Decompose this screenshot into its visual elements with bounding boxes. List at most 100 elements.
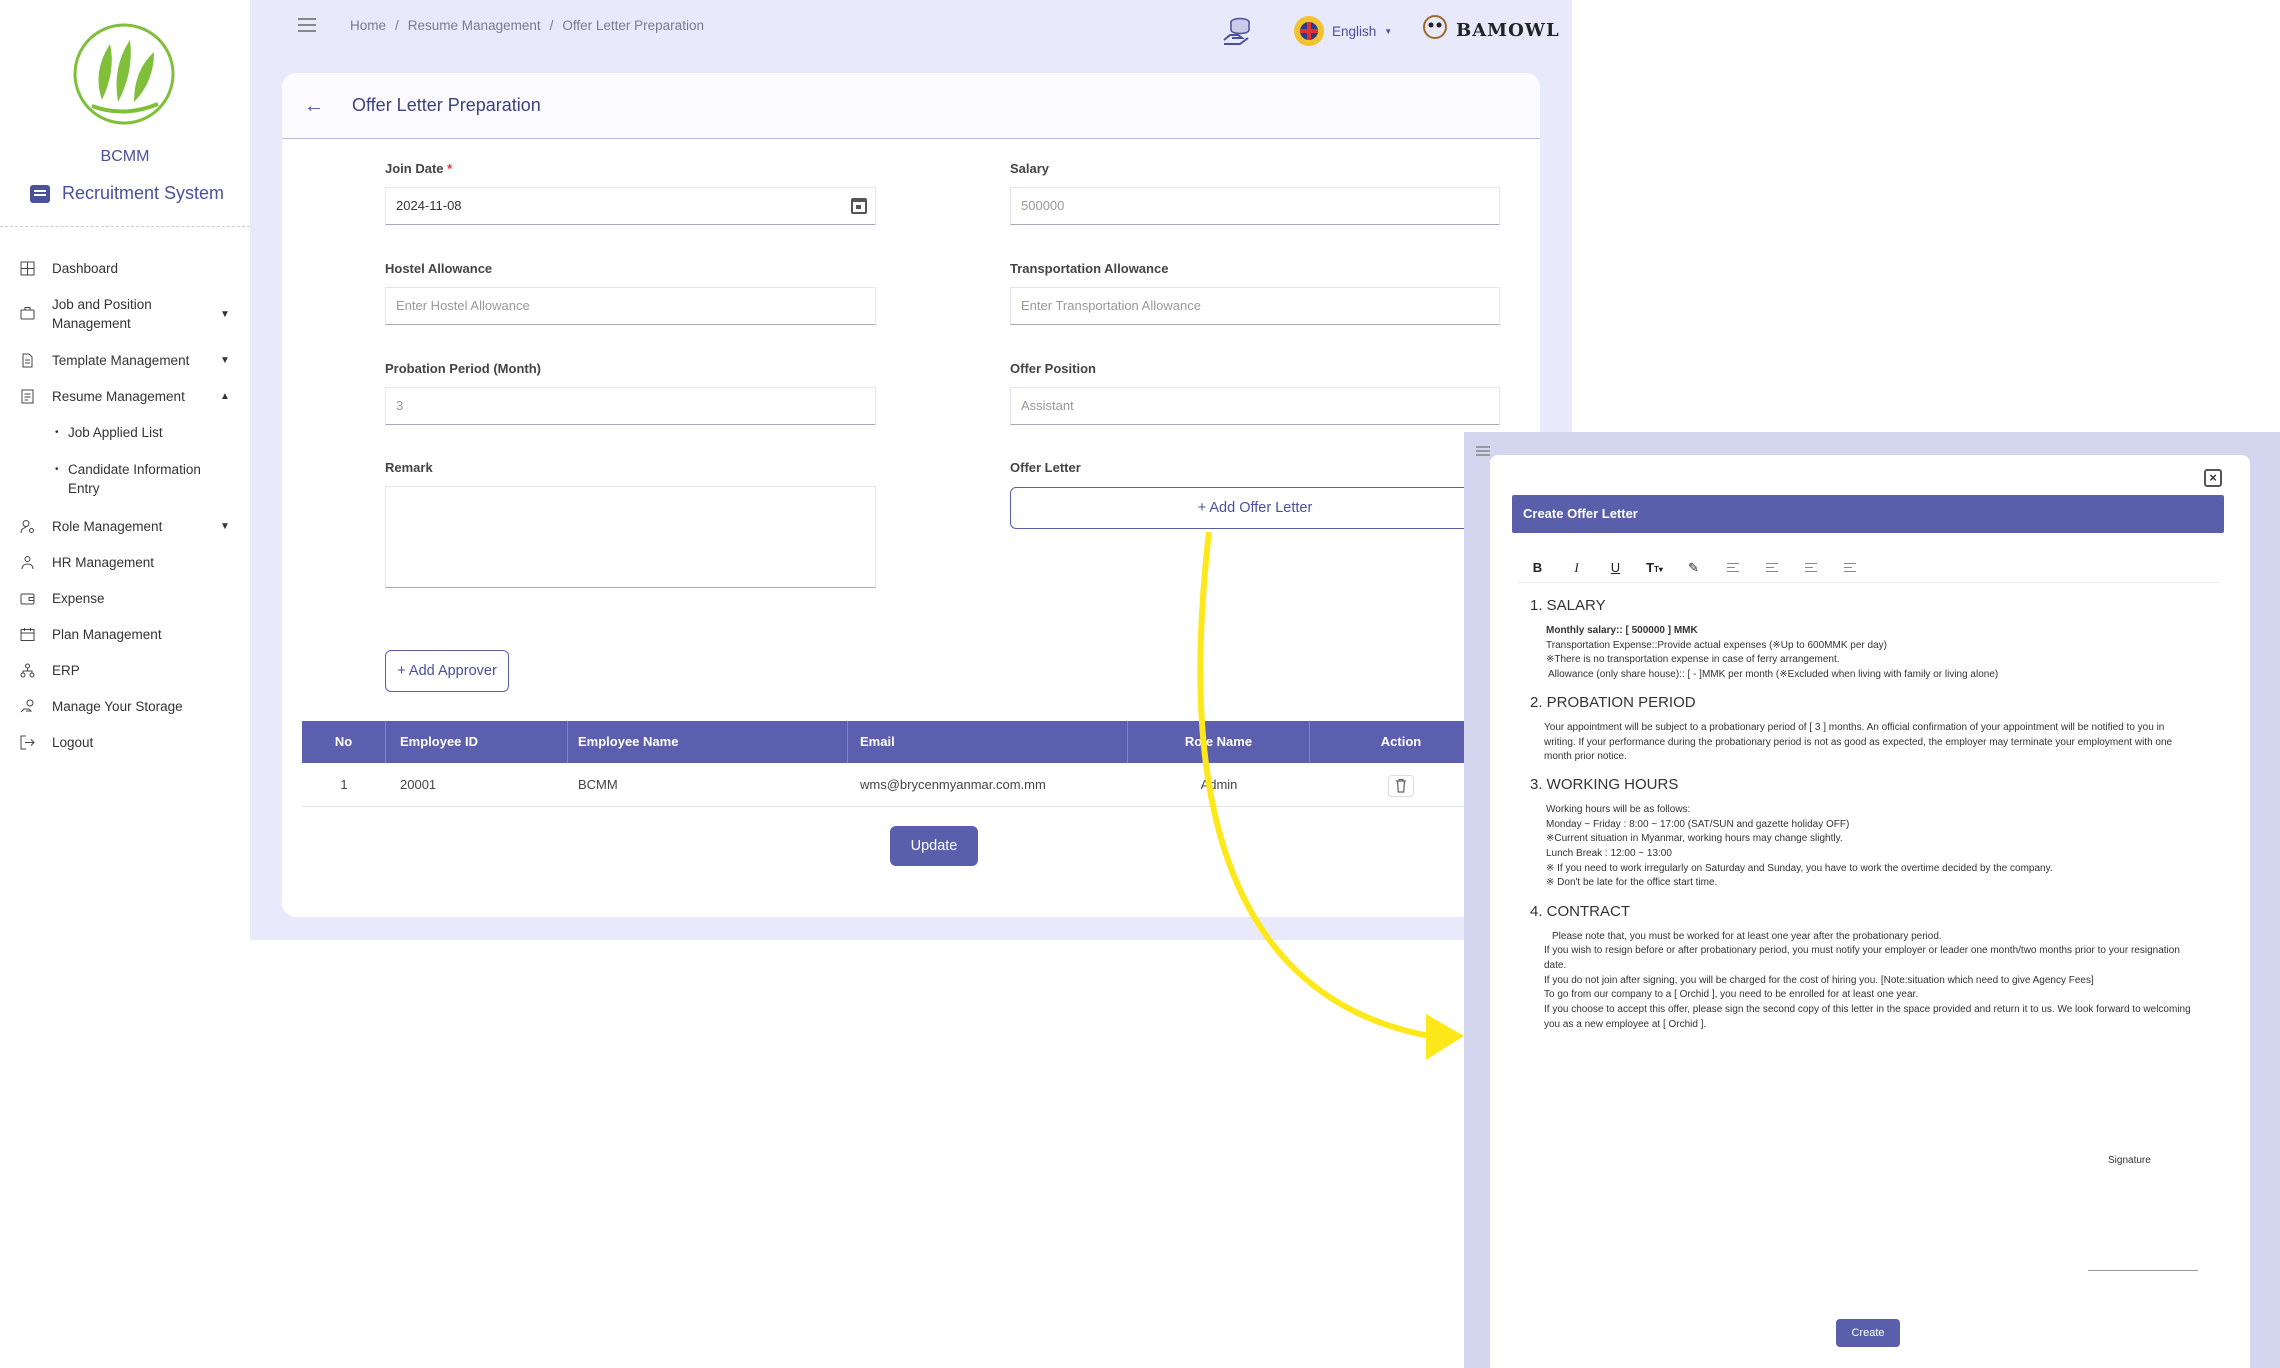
hamburger-menu-icon [1476,446,1490,456]
hamburger-menu-icon[interactable] [298,18,316,32]
system-title-text: Recruitment System [62,183,225,203]
section-heading: 1. SALARY [1530,597,1606,614]
sidebar-item-plan[interactable]: Plan Management [0,624,250,644]
breadcrumb-current: Offer Letter Preparation [562,18,704,33]
section-line: If you choose to accept this offer, plea… [1544,1004,2191,1015]
hostel-allowance-input[interactable]: Enter Hostel Allowance [385,287,876,325]
storage-coins-icon[interactable] [1222,16,1254,46]
section-line: Transportation Expense::Provide actual e… [1546,640,1887,651]
document-icon [22,353,33,367]
italic-icon[interactable]: I [1557,560,1596,576]
salary-label: Salary [1010,161,1050,176]
transportation-allowance-input[interactable]: Enter Transportation Allowance [1010,287,1500,325]
probation-period-input[interactable]: 3 [385,387,876,425]
sidebar-subitem-candidate-entry[interactable]: Candidate Information Entry [55,460,216,498]
sidebar-item-label: ERP [52,662,80,678]
remark-textarea[interactable] [385,486,876,588]
join-date-input[interactable]: 2024-11-08 [385,187,876,225]
bold-icon[interactable]: B [1518,560,1557,575]
language-label: English [1332,23,1377,39]
section-line: Monthly salary:: [ 500000 ] MMK [1546,625,1698,636]
pen-color-icon[interactable]: ✎ [1674,560,1713,576]
caret-down-icon: ▼ [220,520,230,532]
signature-label: Signature [2108,1155,2151,1166]
sidebar-item-dashboard[interactable]: Dashboard [0,258,250,278]
section-line: If you do not join after signing, you wi… [1544,975,2094,986]
section-line: ※ If you need to work irregularly on Sat… [1546,863,2053,874]
sidebar-item-label: Plan Management [52,626,162,642]
sidebar-subitem-job-applied[interactable]: Job Applied List [55,423,163,442]
id-card-icon [30,184,50,203]
column-header-role-name: Role Name [1128,721,1310,763]
probation-period-label: Probation Period (Month) [385,361,541,376]
align-justify-icon[interactable] [1830,560,1869,575]
sidebar-item-logout[interactable]: Logout [0,732,250,752]
people-icon [21,555,34,569]
table-row: 1 20001 BCMM wms@brycenmyanmar.com.mm Ad… [302,763,1492,807]
sidebar-item-label: Template Management [52,352,190,368]
close-icon[interactable]: × [2204,469,2222,487]
section-line: you as a new employee at [ Orchid ]. [1544,1019,1707,1030]
breadcrumb-home[interactable]: Home [350,18,386,33]
column-header-employee-id: Employee ID [386,721,568,763]
sidebar-item-label: HR Management [52,554,155,570]
update-button[interactable]: Update [890,826,978,866]
card-header: ← Offer Letter Preparation [282,73,1540,139]
add-offer-letter-button[interactable]: + Add Offer Letter [1010,487,1500,529]
sidebar-item-label: Logout [52,734,94,750]
briefcase-icon [20,307,35,320]
offer-position-input[interactable]: Assistant [1010,387,1500,425]
offer-letter-editor[interactable]: 1. SALARY Monthly salary:: [ 500000 ] MM… [1518,587,2220,1299]
align-right-icon[interactable] [1791,560,1830,575]
align-left-icon[interactable] [1713,560,1752,575]
calendar-icon [20,627,35,641]
column-header-no: No [302,721,386,763]
cell-no: 1 [340,777,348,792]
section-line: month prior notice. [1544,751,1627,762]
join-date-label: Join Date * [385,161,453,176]
top-bar: Home / Resume Management / Offer Letter Prep… [250,0,1572,54]
salary-input[interactable]: 500000 [1010,187,1500,225]
sidebar-item-resume[interactable]: Resume Management ▲ [0,386,250,406]
align-center-icon[interactable] [1752,560,1791,575]
sidebar-item-erp[interactable]: ERP [0,660,250,680]
table-header: No Employee ID Employee Name Email Role … [302,721,1492,763]
user-gear-icon [20,519,34,533]
resume-icon [21,389,34,403]
cell-role-name: Admin [1200,777,1238,792]
sidebar-item-expense[interactable]: Expense [0,588,250,608]
bcmm-logo [73,23,175,125]
breadcrumb: Home / Resume Management / Offer Letter Prep… [350,18,704,33]
caret-down-icon: ▼ [220,354,230,366]
sidebar-item-role[interactable]: Role Management ▼ [0,516,250,536]
section-line: ※Current situation in Myanmar, working h… [1546,833,1843,844]
section-line: Lunch Break : 12:00 ~ 13:00 [1546,848,1672,859]
caret-down-icon: ▼ [220,308,230,320]
sidebar-item-hr[interactable]: HR Management [0,552,250,572]
add-approver-button[interactable]: + Add Approver [385,650,509,692]
sidebar-item-storage[interactable]: Manage Your Storage [0,696,250,716]
calendar-icon[interactable] [851,198,867,214]
back-arrow-icon[interactable]: ← [304,95,324,118]
cell-employee-name: BCMM [578,777,618,792]
caret-up-icon: ▲ [220,390,230,402]
column-header-employee-name: Employee Name [568,721,848,763]
text-size-icon[interactable]: TT▾ [1635,560,1674,575]
create-button[interactable]: Create [1836,1319,1900,1347]
section-line: Please note that, you must be worked for… [1552,931,1942,942]
delete-row-button[interactable] [1388,775,1414,797]
sidebar-item-label: Dashboard [52,260,119,276]
sidebar-item-job-position[interactable]: Job and Position Management ▼ [0,294,250,334]
sidebar-item-label: Job and Position Management [52,297,152,331]
underline-icon[interactable]: U [1596,560,1635,575]
section-line: If you wish to resign before or after pr… [1544,945,2180,956]
section-heading: 4. CONTRACT [1530,903,1631,920]
sidebar-item-template[interactable]: Template Management ▼ [0,350,250,370]
language-selector[interactable]: English ▼ [1294,16,1392,46]
system-title: Recruitment System [30,183,250,204]
cell-email: wms@brycenmyanmar.com.mm [860,777,1046,792]
sidebar-divider [0,226,250,227]
breadcrumb-resume[interactable]: Resume Management [408,18,541,33]
section-heading: 2. PROBATION PERIOD [1530,694,1696,711]
trash-icon [1396,778,1406,793]
